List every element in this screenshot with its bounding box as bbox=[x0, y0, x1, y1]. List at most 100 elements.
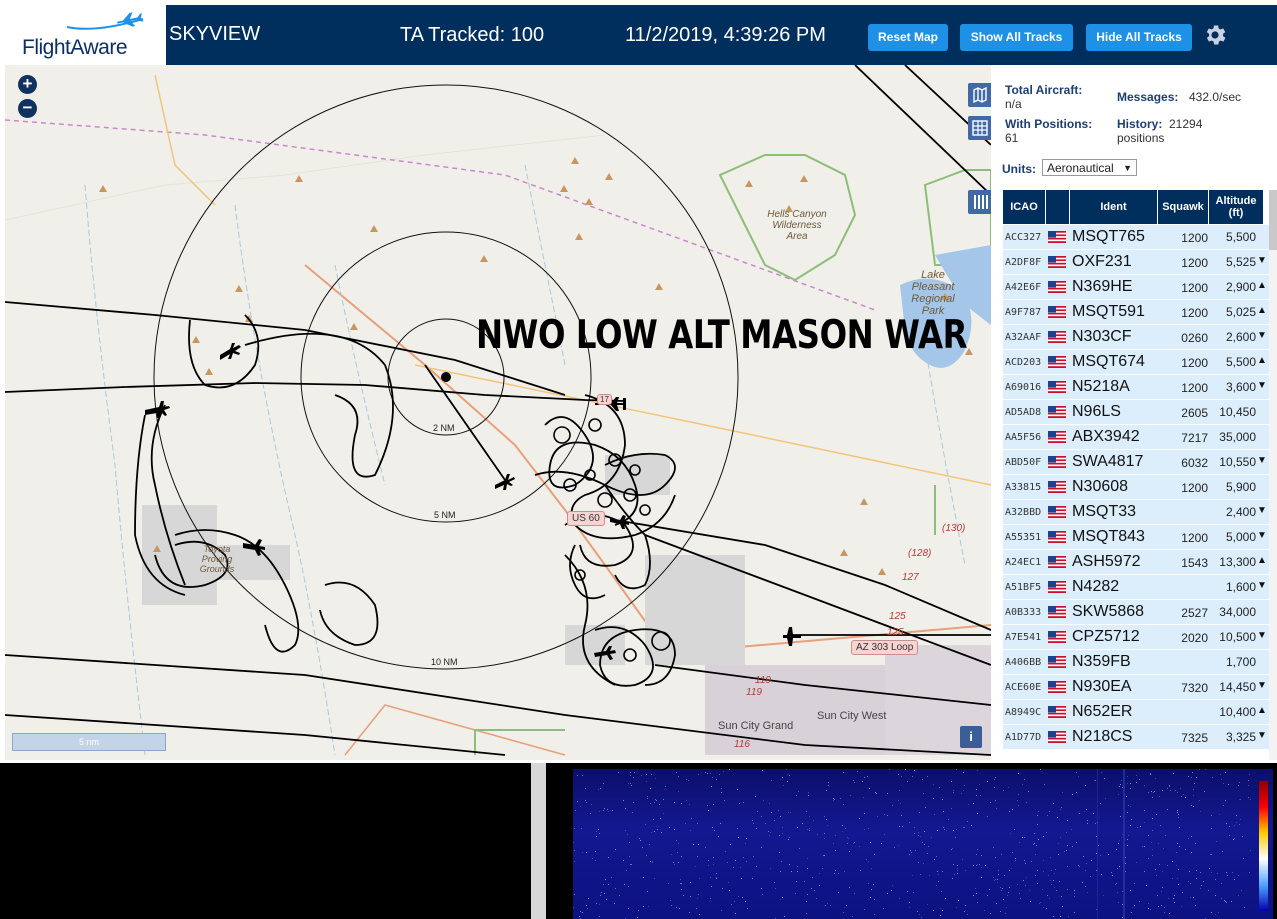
spectrum-plot bbox=[0, 763, 531, 919]
us-flag-icon bbox=[1048, 281, 1066, 293]
altitude-trend-icon: ▼ bbox=[1257, 580, 1267, 591]
table-row[interactable]: A32BBD MSQT33 2,400 ▼ bbox=[1003, 500, 1269, 525]
squawk-cell: 7320 bbox=[1181, 681, 1208, 695]
altitude-cell: 34,000 bbox=[1219, 605, 1256, 619]
table-row[interactable]: ACE60E N930EA 7320 14,450 ▼ bbox=[1003, 675, 1269, 700]
ident-cell: N4282 bbox=[1072, 578, 1120, 595]
zoom-out-button[interactable]: − bbox=[18, 99, 37, 118]
column-header-icao[interactable]: ICAO bbox=[1003, 190, 1045, 224]
icao-cell: AA5F56 bbox=[1005, 432, 1042, 443]
altitude-cell: 3,600 bbox=[1225, 380, 1256, 394]
column-header-flag[interactable] bbox=[1046, 190, 1069, 224]
icao-cell: A0B333 bbox=[1005, 607, 1042, 618]
column-header-squawk[interactable]: Squawk bbox=[1158, 190, 1208, 224]
road-number: 125 bbox=[887, 627, 904, 638]
gear-icon[interactable] bbox=[1202, 22, 1228, 48]
flightaware-logo[interactable]: FlightAware bbox=[5, 5, 166, 65]
altitude-cell: 5,025 bbox=[1225, 305, 1256, 319]
lake-pleasant-label: Lake Pleasant Regional Park bbox=[911, 269, 955, 317]
us-flag-icon bbox=[1048, 531, 1066, 543]
us-flag-icon bbox=[1048, 356, 1066, 368]
icao-cell: A2DF8F bbox=[1005, 257, 1042, 268]
table-row[interactable]: A406BB N359FB 1,700 bbox=[1003, 650, 1269, 675]
ident-cell: N30608 bbox=[1072, 478, 1129, 495]
waterfall-noise bbox=[573, 769, 1251, 919]
units-select[interactable]: Aeronautical ▼ bbox=[1042, 159, 1137, 176]
logo-text: FlightAware bbox=[22, 36, 128, 59]
spectrum-divider[interactable] bbox=[531, 763, 546, 919]
icao-cell: A32BBD bbox=[1005, 507, 1042, 518]
altitude-cell: 10,450 bbox=[1219, 405, 1256, 419]
with-positions-label: With Positions: bbox=[1005, 117, 1093, 131]
altitude-cell: 5,500 bbox=[1225, 230, 1256, 244]
table-row[interactable]: A24EC1 ASH5972 1543 13,300 ▲ bbox=[1003, 550, 1269, 575]
us-flag-icon bbox=[1048, 706, 1066, 718]
squawk-cell: 2020 bbox=[1181, 631, 1208, 645]
columns-icon[interactable] bbox=[968, 190, 991, 214]
toyota-proving-grounds-label: Toyota Proving Grounds bbox=[199, 544, 235, 574]
map-view[interactable]: NWO LOW ALT MASON WAR 2 NM 5 NM 10 NM He… bbox=[5, 65, 991, 760]
table-row[interactable]: A69016 N5218A 1200 3,600 ▼ bbox=[1003, 375, 1269, 400]
table-row[interactable]: A7E541 CPZ5712 2020 10,500 ▼ bbox=[1003, 625, 1269, 650]
table-row[interactable]: A32AAF N303CF 0260 2,600 ▼ bbox=[1003, 325, 1269, 350]
waterfall-display bbox=[573, 769, 1273, 919]
road-number: 125 bbox=[889, 611, 906, 622]
us-flag-icon bbox=[1048, 556, 1066, 568]
column-header-ident[interactable]: Ident bbox=[1070, 190, 1157, 224]
table-row[interactable]: AD5AD8 N96LS 2605 10,450 bbox=[1003, 400, 1269, 425]
map-layers-icon[interactable] bbox=[968, 83, 991, 107]
column-header-altitude[interactable]: Altitude (ft) bbox=[1209, 190, 1263, 224]
altitude-cell: 10,550 bbox=[1219, 455, 1256, 469]
squawk-cell: 0260 bbox=[1181, 331, 1208, 345]
table-row[interactable]: A51BF5 N4282 1,600 ▼ bbox=[1003, 575, 1269, 600]
map-canvas[interactable] bbox=[5, 65, 991, 760]
table-row[interactable]: A2DF8F OXF231 1200 5,525 ▼ bbox=[1003, 250, 1269, 275]
table-scrollbar[interactable] bbox=[1269, 190, 1277, 760]
info-button[interactable]: i bbox=[960, 726, 982, 748]
grid-icon[interactable] bbox=[968, 116, 991, 140]
us-flag-icon bbox=[1048, 231, 1066, 243]
us-flag-icon bbox=[1048, 381, 1066, 393]
table-row[interactable]: AA5F56 ABX3942 7217 35,000 bbox=[1003, 425, 1269, 450]
hide-all-tracks-button[interactable]: Hide All Tracks bbox=[1086, 24, 1192, 51]
reset-map-button[interactable]: Reset Map bbox=[868, 24, 948, 51]
table-row[interactable]: ACC327 MSQT765 1200 5,500 bbox=[1003, 225, 1269, 250]
altitude-trend-icon: ▲ bbox=[1257, 355, 1267, 366]
altitude-cell: 5,525 bbox=[1225, 255, 1256, 269]
icao-cell: ACE60E bbox=[1005, 682, 1042, 693]
ident-cell: N303CF bbox=[1072, 328, 1132, 345]
squawk-cell: 1200 bbox=[1181, 231, 1208, 245]
zoom-in-button[interactable]: + bbox=[18, 75, 37, 94]
ident-cell: ABX3942 bbox=[1072, 428, 1140, 445]
history-label: History: bbox=[1117, 117, 1163, 131]
ring-label-2nm: 2 NM bbox=[433, 423, 455, 433]
squawk-cell: 1543 bbox=[1181, 556, 1208, 570]
hells-canyon-label: Hells Canyon Wilderness Area bbox=[767, 209, 827, 242]
us60-shield: US 60 bbox=[567, 511, 605, 526]
altitude-trend-icon: ▼ bbox=[1257, 505, 1267, 516]
with-positions-value: 61 bbox=[1005, 131, 1019, 145]
altitude-trend-icon: ▲ bbox=[1257, 280, 1267, 291]
ident-cell: N218CS bbox=[1072, 728, 1133, 745]
table-row[interactable]: A42E6F N369HE 1200 2,900 ▲ bbox=[1003, 275, 1269, 300]
scrollbar-thumb[interactable] bbox=[1269, 190, 1277, 250]
icao-cell: A69016 bbox=[1005, 382, 1042, 393]
table-row[interactable]: A1D77D N218CS 7325 3,325 ▼ bbox=[1003, 725, 1269, 750]
table-row[interactable]: A33815 N30608 1200 5,900 bbox=[1003, 475, 1269, 500]
ta-tracked-count: TA Tracked: 100 bbox=[400, 24, 545, 46]
ident-cell: N369HE bbox=[1072, 278, 1133, 295]
altitude-trend-icon: ▲ bbox=[1257, 705, 1267, 716]
table-row[interactable]: ABD50F SWA4817 6032 10,550 ▼ bbox=[1003, 450, 1269, 475]
table-row[interactable]: ACD203 MSQT674 1200 5,500 ▲ bbox=[1003, 350, 1269, 375]
us-flag-icon bbox=[1048, 506, 1066, 518]
icao-cell: A51BF5 bbox=[1005, 582, 1042, 593]
table-row[interactable]: A55351 MSQT843 1200 5,000 ▼ bbox=[1003, 525, 1269, 550]
table-row[interactable]: A9F787 MSQT591 1200 5,025 ▲ bbox=[1003, 300, 1269, 325]
table-row[interactable]: A8949C N652ER 10,400 ▲ bbox=[1003, 700, 1269, 725]
total-aircraft-value: n/a bbox=[1005, 97, 1022, 111]
show-all-tracks-button[interactable]: Show All Tracks bbox=[960, 24, 1073, 51]
table-row[interactable]: A0B333 SKW5868 2527 34,000 bbox=[1003, 600, 1269, 625]
total-aircraft-label: Total Aircraft: bbox=[1005, 83, 1083, 97]
altitude-trend-icon: ▼ bbox=[1257, 530, 1267, 541]
altitude-cell: 2,600 bbox=[1225, 330, 1256, 344]
